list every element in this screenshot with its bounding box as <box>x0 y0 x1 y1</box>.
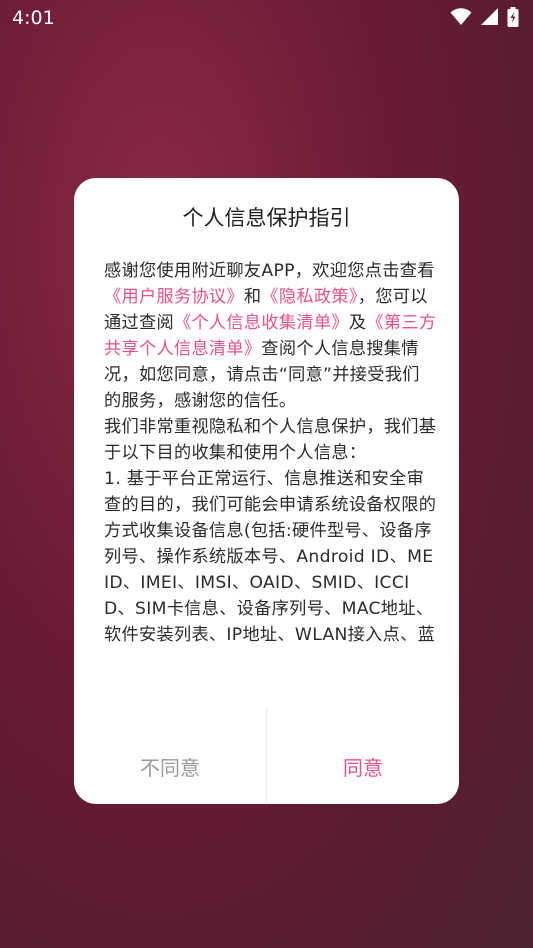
dialog-title: 个人信息保护指引 <box>182 206 351 230</box>
status-time: 4:01 <box>12 7 55 29</box>
body-paragraph-purpose: 我们非常重视隐私和个人信息保护，我们基于以下目的收集和使用个人信息： <box>104 417 437 463</box>
body-text-ji: 及 <box>348 313 367 333</box>
disagree-button[interactable]: 不同意 <box>74 729 266 804</box>
privacy-policy-link[interactable]: 《隐私政策》 <box>261 287 357 307</box>
status-icons <box>450 7 519 32</box>
body-paragraph-item-1: 1. 基于平台正常运行、信息推送和安全审查的目的，我们可能会申请系统设备权限的方… <box>104 469 437 645</box>
privacy-dialog: 个人信息保护指引 感谢您使用附近聊友APP，欢迎您点击查看《用户服务协议》和《隐… <box>74 178 459 804</box>
status-bar: 4:01 <box>0 0 533 36</box>
dialog-footer: 不同意 同意 <box>74 707 459 804</box>
signal-icon <box>480 8 499 31</box>
agree-button[interactable]: 同意 <box>267 729 459 804</box>
body-text-and: 和 <box>243 287 262 307</box>
battery-charging-icon <box>507 7 519 32</box>
wifi-icon <box>450 8 472 31</box>
dialog-body[interactable]: 感谢您使用附近聊友APP，欢迎您点击查看《用户服务协议》和《隐私政策》，您可以通… <box>104 258 437 706</box>
body-text-intro: 感谢您使用附近聊友APP，欢迎您点击查看 <box>104 261 435 281</box>
personal-info-list-link[interactable]: 《个人信息收集清单》 <box>174 313 349 333</box>
user-agreement-link[interactable]: 《用户服务协议》 <box>104 287 244 307</box>
